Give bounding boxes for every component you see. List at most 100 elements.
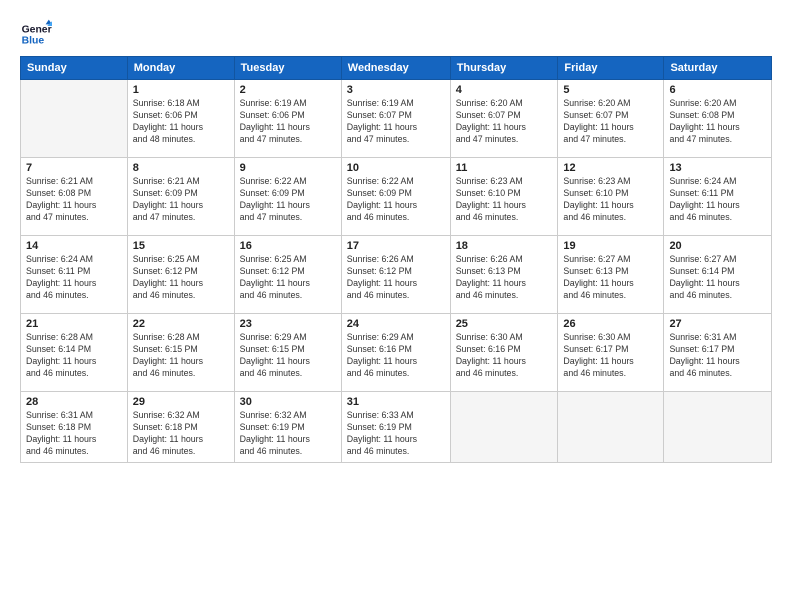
svg-text:Blue: Blue (22, 36, 45, 47)
calendar-cell: 9Sunrise: 6:22 AMSunset: 6:09 PMDaylight… (234, 158, 341, 236)
day-info: Sunrise: 6:30 AMSunset: 6:17 PMDaylight:… (563, 332, 658, 380)
day-number: 8 (133, 162, 229, 174)
day-number: 22 (133, 318, 229, 330)
day-number: 14 (26, 240, 122, 252)
day-number: 7 (26, 162, 122, 174)
calendar-cell: 16 Sunrise: 6:25 AMSunset: 6:12 PMDayligh… (234, 236, 341, 314)
page: General Blue SundayMondayTuesdayWednesda… (0, 0, 792, 612)
calendar-cell: 31Sunrise: 6:33 AMSunset: 6:19 PMDayligh… (341, 392, 450, 463)
day-info: Sunrise: 6:22 AMSunset: 6:09 PMDaylight:… (347, 176, 445, 224)
day-info: Sunrise: 6:31 AMSunset: 6:17 PMDaylight:… (669, 332, 766, 380)
calendar-cell: 22Sunrise: 6:28 AMSunset: 6:15 PMDayligh… (127, 314, 234, 392)
calendar-cell: 10 Sunrise: 6:22 AMSunset: 6:09 PMDayligh… (341, 158, 450, 236)
week-row-5: 28 Sunrise: 6:31 AMSunset: 6:18 PMDayligh… (21, 392, 772, 463)
calendar-cell: 15 Sunrise: 6:25 AMSunset: 6:12 PMDayligh… (127, 236, 234, 314)
day-header-thursday: Thursday (450, 57, 558, 80)
day-info: Sunrise: 6:19 AMSunset: 6:07 PMDaylight:… (347, 98, 445, 146)
calendar-cell (664, 392, 772, 463)
day-number: 13 (669, 162, 766, 174)
calendar-cell: 1 Sunrise: 6:18 AMSunset: 6:06 PMDaylight… (127, 80, 234, 158)
day-info: Sunrise: 6:20 AMSunset: 6:07 PMDaylight:… (456, 98, 553, 146)
day-info: Sunrise: 6:19 AMSunset: 6:06 PMDaylight:… (240, 98, 336, 146)
day-number: 11 (456, 162, 553, 174)
calendar-cell: 21 Sunrise: 6:28 AMSunset: 6:14 PMDayligh… (21, 314, 128, 392)
calendar-cell: 30Sunrise: 6:32 AMSunset: 6:19 PMDayligh… (234, 392, 341, 463)
day-info: Sunrise: 6:27 AMSunset: 6:13 PMDaylight:… (563, 254, 658, 302)
calendar-cell: 4 Sunrise: 6:20 AMSunset: 6:07 PMDaylight… (450, 80, 558, 158)
calendar-cell: 19Sunrise: 6:27 AMSunset: 6:13 PMDayligh… (558, 236, 664, 314)
header: General Blue (20, 18, 772, 50)
day-number: 18 (456, 240, 553, 252)
day-info: Sunrise: 6:21 AMSunset: 6:09 PMDaylight:… (133, 176, 229, 224)
day-number: 15 (133, 240, 229, 252)
calendar-cell: 8 Sunrise: 6:21 AMSunset: 6:09 PMDaylight… (127, 158, 234, 236)
logo: General Blue (20, 18, 52, 50)
calendar-cell: 12 Sunrise: 6:23 AMSunset: 6:10 PMDayligh… (558, 158, 664, 236)
svg-text:General: General (22, 24, 52, 35)
day-info: Sunrise: 6:26 AMSunset: 6:12 PMDaylight:… (347, 254, 445, 302)
day-info: Sunrise: 6:26 AMSunset: 6:13 PMDaylight:… (456, 254, 553, 302)
day-number: 3 (347, 84, 445, 96)
day-info: Sunrise: 6:29 AMSunset: 6:16 PMDaylight:… (347, 332, 445, 380)
day-header-saturday: Saturday (664, 57, 772, 80)
day-number: 23 (240, 318, 336, 330)
calendar-cell: 6 Sunrise: 6:20 AMSunset: 6:08 PMDaylight… (664, 80, 772, 158)
day-info: Sunrise: 6:18 AMSunset: 6:06 PMDaylight:… (133, 98, 229, 146)
day-info: Sunrise: 6:28 AMSunset: 6:14 PMDaylight:… (26, 332, 122, 380)
week-row-1: 1 Sunrise: 6:18 AMSunset: 6:06 PMDaylight… (21, 80, 772, 158)
calendar-cell: 24 Sunrise: 6:29 AMSunset: 6:16 PMDayligh… (341, 314, 450, 392)
calendar-cell: 17 Sunrise: 6:26 AMSunset: 6:12 PMDayligh… (341, 236, 450, 314)
day-number: 26 (563, 318, 658, 330)
calendar-cell: 3 Sunrise: 6:19 AMSunset: 6:07 PMDaylight… (341, 80, 450, 158)
calendar-cell: 2 Sunrise: 6:19 AMSunset: 6:06 PMDaylight… (234, 80, 341, 158)
day-number: 29 (133, 396, 229, 408)
day-number: 24 (347, 318, 445, 330)
day-info: Sunrise: 6:30 AMSunset: 6:16 PMDaylight:… (456, 332, 553, 380)
day-info: Sunrise: 6:21 AMSunset: 6:08 PMDaylight:… (26, 176, 122, 224)
day-info: Sunrise: 6:24 AMSunset: 6:11 PMDaylight:… (669, 176, 766, 224)
day-number: 20 (669, 240, 766, 252)
day-number: 17 (347, 240, 445, 252)
day-number: 28 (26, 396, 122, 408)
calendar-cell (21, 80, 128, 158)
day-number: 16 (240, 240, 336, 252)
day-number: 1 (133, 84, 229, 96)
day-number: 4 (456, 84, 553, 96)
calendar-cell: 20 Sunrise: 6:27 AMSunset: 6:14 PMDayligh… (664, 236, 772, 314)
day-info: Sunrise: 6:25 AMSunset: 6:12 PMDaylight:… (133, 254, 229, 302)
day-info: Sunrise: 6:20 AMSunset: 6:08 PMDaylight:… (669, 98, 766, 146)
day-number: 12 (563, 162, 658, 174)
day-info: Sunrise: 6:20 AMSunset: 6:07 PMDaylight:… (563, 98, 658, 146)
day-number: 6 (669, 84, 766, 96)
day-info: Sunrise: 6:23 AMSunset: 6:10 PMDaylight:… (563, 176, 658, 224)
day-info: Sunrise: 6:24 AMSunset: 6:11 PMDaylight:… (26, 254, 122, 302)
calendar-cell: 13 Sunrise: 6:24 AMSunset: 6:11 PMDayligh… (664, 158, 772, 236)
week-row-4: 21 Sunrise: 6:28 AMSunset: 6:14 PMDayligh… (21, 314, 772, 392)
calendar-cell: 26 Sunrise: 6:30 AMSunset: 6:17 PMDayligh… (558, 314, 664, 392)
day-info: Sunrise: 6:29 AMSunset: 6:15 PMDaylight:… (240, 332, 336, 380)
calendar-cell: 27Sunrise: 6:31 AMSunset: 6:17 PMDayligh… (664, 314, 772, 392)
day-number: 30 (240, 396, 336, 408)
day-header-tuesday: Tuesday (234, 57, 341, 80)
day-number: 31 (347, 396, 445, 408)
week-row-2: 7 Sunrise: 6:21 AMSunset: 6:08 PMDaylight… (21, 158, 772, 236)
week-row-3: 14 Sunrise: 6:24 AMSunset: 6:11 PMDayligh… (21, 236, 772, 314)
day-header-friday: Friday (558, 57, 664, 80)
day-info: Sunrise: 6:25 AMSunset: 6:12 PMDaylight:… (240, 254, 336, 302)
day-number: 21 (26, 318, 122, 330)
logo-icon: General Blue (20, 18, 52, 50)
day-header-monday: Monday (127, 57, 234, 80)
calendar-cell: 18 Sunrise: 6:26 AMSunset: 6:13 PMDayligh… (450, 236, 558, 314)
day-info: Sunrise: 6:27 AMSunset: 6:14 PMDaylight:… (669, 254, 766, 302)
day-number: 10 (347, 162, 445, 174)
calendar-header-row: SundayMondayTuesdayWednesdayThursdayFrid… (21, 57, 772, 80)
day-header-wednesday: Wednesday (341, 57, 450, 80)
day-number: 25 (456, 318, 553, 330)
calendar-cell: 25 Sunrise: 6:30 AMSunset: 6:16 PMDayligh… (450, 314, 558, 392)
calendar-cell: 29 Sunrise: 6:32 AMSunset: 6:18 PMDayligh… (127, 392, 234, 463)
calendar-cell: 7 Sunrise: 6:21 AMSunset: 6:08 PMDaylight… (21, 158, 128, 236)
day-info: Sunrise: 6:32 AMSunset: 6:18 PMDaylight:… (133, 410, 229, 458)
day-number: 9 (240, 162, 336, 174)
day-info: Sunrise: 6:31 AMSunset: 6:18 PMDaylight:… (26, 410, 122, 458)
day-number: 2 (240, 84, 336, 96)
